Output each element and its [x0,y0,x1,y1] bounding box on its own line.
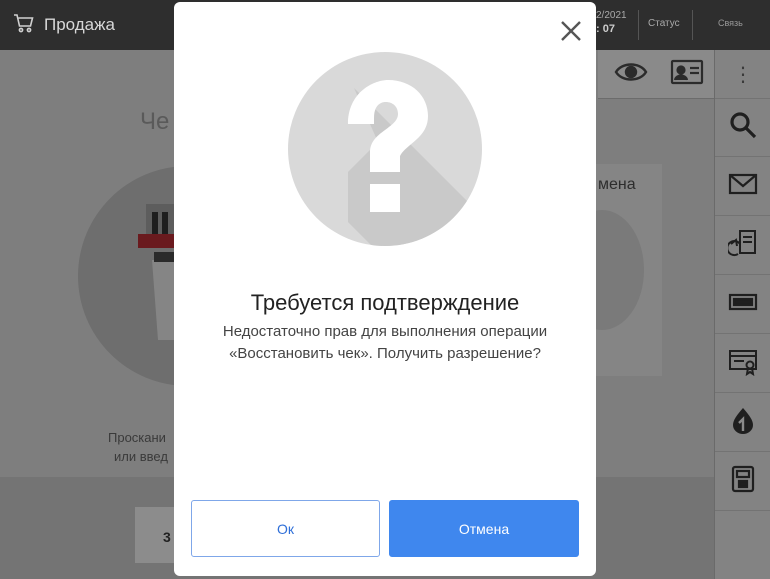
right-sidebar: ⋮ [714,50,770,579]
dialog-message-line2: «Восстановить чек». Получить разрешение? [229,345,541,362]
id-card-button[interactable] [660,50,714,98]
eye-button[interactable] [604,50,658,98]
close-icon [558,21,584,48]
envelope-icon [728,169,758,204]
status-label[interactable]: Статус [648,18,680,29]
sidebar-item-cash-in[interactable] [715,393,770,452]
receipt-return-icon [726,228,758,263]
coin-drop-icon [728,405,758,440]
sidebar-item-certificate[interactable] [715,334,770,393]
scan-instruction: Проскани или введ [108,428,168,466]
cancel-button[interactable]: Отмена [389,500,579,557]
question-mark-icon [288,52,482,246]
exchange-card-label: мена [598,176,636,193]
app-title-group[interactable]: Продажа [12,0,115,50]
app-title: Продажа [44,15,115,34]
dialog-message-line1: Недостаточно прав для выполнения операци… [222,323,548,340]
divider [692,10,693,40]
eye-icon [614,57,648,92]
divider [638,10,639,40]
certificate-card-icon [728,346,758,381]
ok-button[interactable]: Ок [191,500,380,557]
cart-icon [12,11,36,40]
sidebar-item-mail[interactable] [715,157,770,216]
more-menu-button[interactable]: ⋮ [715,50,770,99]
payment-terminal-icon [728,464,758,499]
scan-instruction-line2: или введ [114,449,168,464]
sidebar-item-search[interactable] [715,98,770,157]
sidebar-item-cash-drawer[interactable] [715,275,770,334]
sidebar-item-terminal[interactable] [715,452,770,511]
cash-drawer-icon [728,287,758,322]
date-text: 2/2021 [596,10,627,21]
scan-instruction-line1: Проскани [108,430,166,445]
dialog-message: Недостаточно прав для выполнения операци… [184,321,586,365]
close-button[interactable] [558,18,584,44]
search-icon [728,110,758,145]
time-text: : 07 [596,23,615,35]
section-title: Че [140,108,170,135]
id-card-icon [670,57,704,92]
more-icon: ⋮ [733,63,753,86]
sidebar-item-return[interactable] [715,216,770,275]
confirmation-dialog: Требуется подтверждение Недостаточно пра… [174,2,596,576]
dialog-title: Требуется подтверждение [250,290,520,315]
connection-label[interactable]: Связь [718,18,743,28]
keypad-key-label: 3 [163,529,171,545]
